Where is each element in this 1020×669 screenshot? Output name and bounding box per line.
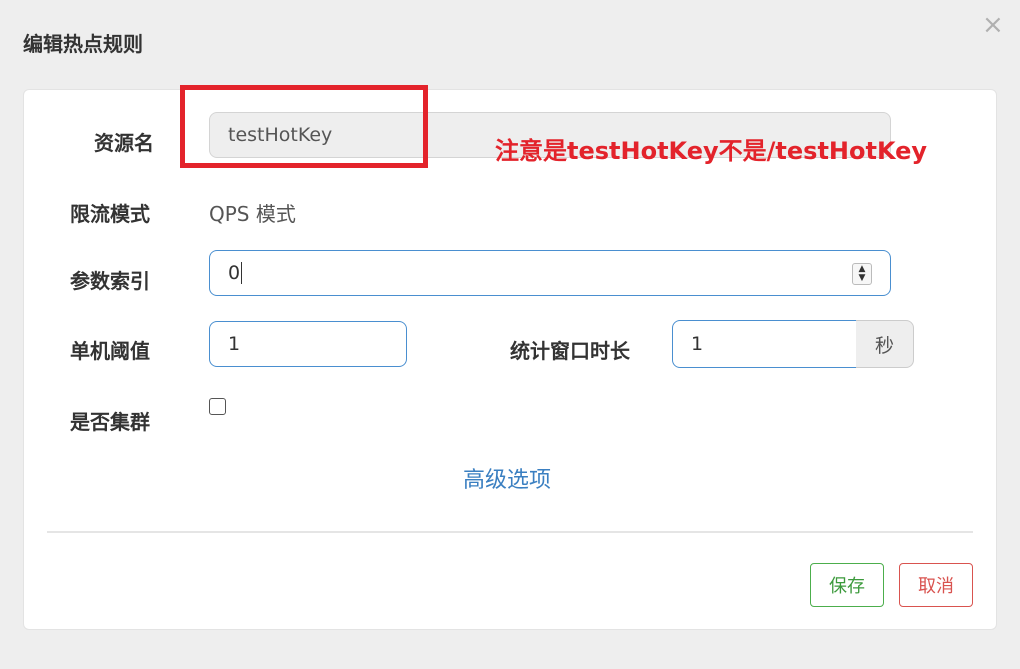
mode-label: 限流模式 xyxy=(70,202,150,226)
footer-divider xyxy=(47,531,973,533)
annotation-note: 注意是testHotKey不是/testHotKey xyxy=(495,137,928,165)
dialog-title: 编辑热点规则 xyxy=(23,32,143,56)
param-index-label: 参数索引 xyxy=(70,269,150,293)
param-index-input[interactable]: 0 ▲ ▼ xyxy=(209,250,891,296)
spinner-icon[interactable]: ▲ ▼ xyxy=(852,263,872,285)
cluster-label: 是否集群 xyxy=(70,410,150,434)
close-icon[interactable]: × xyxy=(982,12,1004,38)
mode-value: QPS 模式 xyxy=(209,202,296,226)
edit-hotspot-rule-dialog: 编辑热点规则 × 资源名 testHotKey 限流模式 QPS 模式 参数索引… xyxy=(0,0,1020,669)
advanced-options-link[interactable]: 高级选项 xyxy=(463,462,551,494)
threshold-value: 1 xyxy=(228,333,241,355)
window-duration-value: 1 xyxy=(691,333,704,355)
text-cursor xyxy=(241,262,243,284)
threshold-input[interactable]: 1 xyxy=(209,321,407,367)
resource-name-value: testHotKey xyxy=(228,124,333,146)
resource-name-label: 资源名 xyxy=(94,131,154,155)
cancel-button[interactable]: 取消 xyxy=(899,563,973,607)
cluster-checkbox[interactable] xyxy=(209,398,226,415)
threshold-label: 单机阈值 xyxy=(70,339,150,363)
save-button[interactable]: 保存 xyxy=(810,563,884,607)
window-duration-input[interactable]: 1 xyxy=(672,320,858,368)
window-duration-label: 统计窗口时长 xyxy=(510,339,630,363)
param-index-value: 0 xyxy=(228,262,241,284)
seconds-unit-addon: 秒 xyxy=(856,320,914,368)
